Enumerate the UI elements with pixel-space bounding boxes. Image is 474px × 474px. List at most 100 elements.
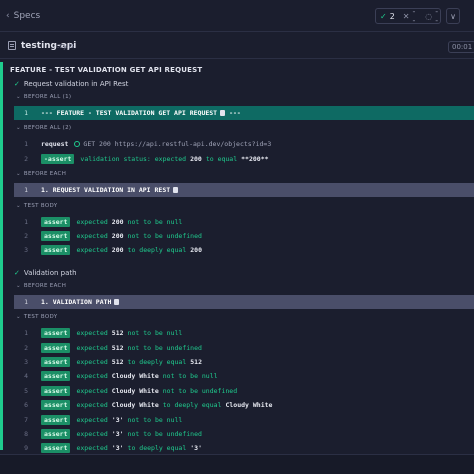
hook-label[interactable]: ⌄ BEFORE ALL (1) — [16, 94, 71, 100]
command-number: 1 — [24, 217, 28, 226]
assert-text: not to be undefined — [127, 232, 202, 240]
hook-label-text: TEST BODY — [23, 314, 58, 321]
command-row[interactable]: 1 request GET 200 https://api.restful-api.… — [14, 137, 474, 151]
failed-count: -- — [412, 7, 416, 25]
assert-value: 200 — [111, 232, 124, 240]
command-row[interactable]: 3 assert expected 200 to deeply equal 200 — [14, 243, 474, 257]
assert-text: expected — [76, 430, 108, 438]
assert-badge: assert — [41, 385, 71, 396]
assert-badge: assert — [41, 371, 71, 382]
assert-text: validation status: expected — [80, 154, 187, 163]
circle-notch-icon: ◌ — [425, 11, 433, 21]
assert-value: 200 — [111, 246, 124, 255]
assert-value: 200 — [190, 154, 202, 163]
assert-value: 200 — [111, 217, 124, 226]
command-number: 6 — [24, 401, 28, 410]
command-row[interactable]: 5 assert expected Cloudy White not to be und… — [14, 384, 474, 398]
command-number: 3 — [24, 358, 28, 366]
log-message: --- FEATURE - TEST VALIDATION GET API RE… — [41, 109, 218, 117]
assert-text: to deeply equal — [127, 246, 187, 255]
test-title[interactable]: ✓ Request validation in API Rest — [14, 80, 128, 88]
top-bar: ‹ Specs ✓ 2 ✕ -- ◌ -- ∨ — [0, 0, 474, 32]
assert-badge: assert — [41, 429, 71, 439]
assert-badge: assert — [41, 245, 71, 256]
pending-count: -- — [435, 7, 439, 25]
spec-header: testing-api .cy.js 00:01 — [0, 33, 474, 59]
chevron-down-icon: ⌄ — [16, 125, 21, 132]
assert-value: 512 — [111, 343, 124, 352]
command-row[interactable]: 1 assert expected 512 not to be null — [14, 326, 474, 340]
command-number: 8 — [24, 430, 28, 438]
assert-value: 512 — [111, 358, 124, 366]
log-row[interactable]: 1 --- FEATURE - TEST VALIDATION GET API R… — [14, 106, 474, 120]
log-row[interactable]: 1 1. REQUEST VALIDATION IN API REST — [14, 183, 474, 198]
check-icon: ✓ — [14, 268, 20, 277]
assert-text: not to be null — [162, 372, 218, 381]
assert-text: expected — [76, 415, 108, 424]
assert-text: expected — [76, 232, 108, 240]
specs-link[interactable]: ‹ Specs — [6, 11, 40, 21]
hook-label[interactable]: ⌄ TEST BODY — [16, 203, 57, 209]
command-number: 2 — [24, 232, 28, 240]
stats-summary[interactable]: ✓ 2 ✕ -- ◌ -- — [375, 7, 441, 25]
assert-text: expected — [76, 372, 108, 381]
log-tail: --- — [229, 109, 241, 117]
command-row[interactable]: 3 assert expected 512 to deeply equal 512 — [14, 355, 474, 369]
command-number: 2 — [24, 154, 28, 163]
command-row[interactable]: 2 assert expected 512 not to be undefined — [14, 341, 474, 355]
assert-text: expected — [76, 217, 108, 226]
test-title-label: Validation path — [23, 268, 77, 277]
options-dropdown-button[interactable]: ∨ — [446, 8, 460, 24]
hook-label[interactable]: ⌄ BEFORE ALL (2) — [16, 125, 71, 131]
command-number: 1 — [24, 140, 28, 149]
assert-text: not to be null — [127, 329, 183, 338]
file-icon — [8, 41, 16, 50]
command-number: 1 — [24, 186, 28, 195]
command-number: 4 — [24, 372, 28, 381]
log-message: 1. VALIDATION PATH — [41, 297, 112, 306]
assert-text: to equal — [205, 154, 238, 163]
command-row[interactable]: 4 assert expected Cloudy White not to be nul… — [14, 369, 474, 383]
assert-badge: assert — [41, 231, 71, 241]
bottom-bar — [0, 454, 474, 474]
command-row[interactable]: 2 -assert validation status: expected 200 to… — [14, 152, 474, 166]
command-row[interactable]: 8 assert expected '3' not to be undefined — [14, 427, 474, 441]
assert-text: not to be undefined — [127, 430, 202, 438]
x-icon: ✕ — [402, 11, 410, 21]
test-title[interactable]: ✓ Validation path — [14, 269, 77, 277]
assert-value: 512 — [190, 358, 202, 366]
assert-value: '3' — [111, 444, 124, 453]
assert-text: expected — [76, 246, 108, 255]
chevron-down-icon: ⌄ — [16, 94, 21, 100]
assert-value: **200** — [241, 154, 269, 163]
assert-text: expected — [76, 343, 108, 352]
hook-label[interactable]: ⌄ BEFORE EACH — [16, 283, 66, 289]
log-row[interactable]: 1 1. VALIDATION PATH — [14, 294, 474, 309]
hook-label[interactable]: ⌄ TEST BODY — [16, 314, 57, 320]
command-number: 9 — [24, 444, 28, 453]
hook-label-text: BEFORE ALL (1) — [23, 94, 72, 100]
document-icon — [173, 187, 179, 194]
assert-value: '3' — [111, 415, 124, 424]
assert-value: Cloudy White — [111, 386, 159, 395]
assert-text: expected — [76, 444, 108, 453]
assert-text: to deeply equal — [127, 358, 187, 366]
request-url: GET 200 https://api.restful-api.dev/obje… — [83, 140, 272, 149]
command-row[interactable]: 1 assert expected 200 not to be null — [14, 215, 474, 229]
hook-label-text: BEFORE EACH — [23, 282, 67, 289]
hook-label-text: BEFORE EACH — [23, 171, 67, 178]
assert-badge: assert — [41, 414, 71, 425]
suite-title[interactable]: FEATURE - TEST VALIDATION GET API REQUES… — [10, 66, 202, 74]
hook-label[interactable]: ⌄ BEFORE EACH — [16, 171, 66, 177]
assert-text: expected — [76, 329, 108, 338]
assert-value: Cloudy White — [225, 401, 273, 410]
assert-badge: assert — [41, 443, 71, 454]
command-row[interactable]: 7 assert expected '3' not to be null — [14, 413, 474, 427]
chevron-down-icon: ⌄ — [16, 171, 21, 178]
command-row[interactable]: 2 assert expected 200 not to be undefined — [14, 229, 474, 243]
assert-text: to deeply equal — [127, 444, 187, 453]
check-icon: ✓ — [380, 11, 387, 21]
assert-badge: assert — [41, 328, 71, 339]
command-row[interactable]: 6 assert expected Cloudy White to deeply equ… — [14, 398, 474, 412]
assert-badge: assert — [41, 342, 71, 353]
